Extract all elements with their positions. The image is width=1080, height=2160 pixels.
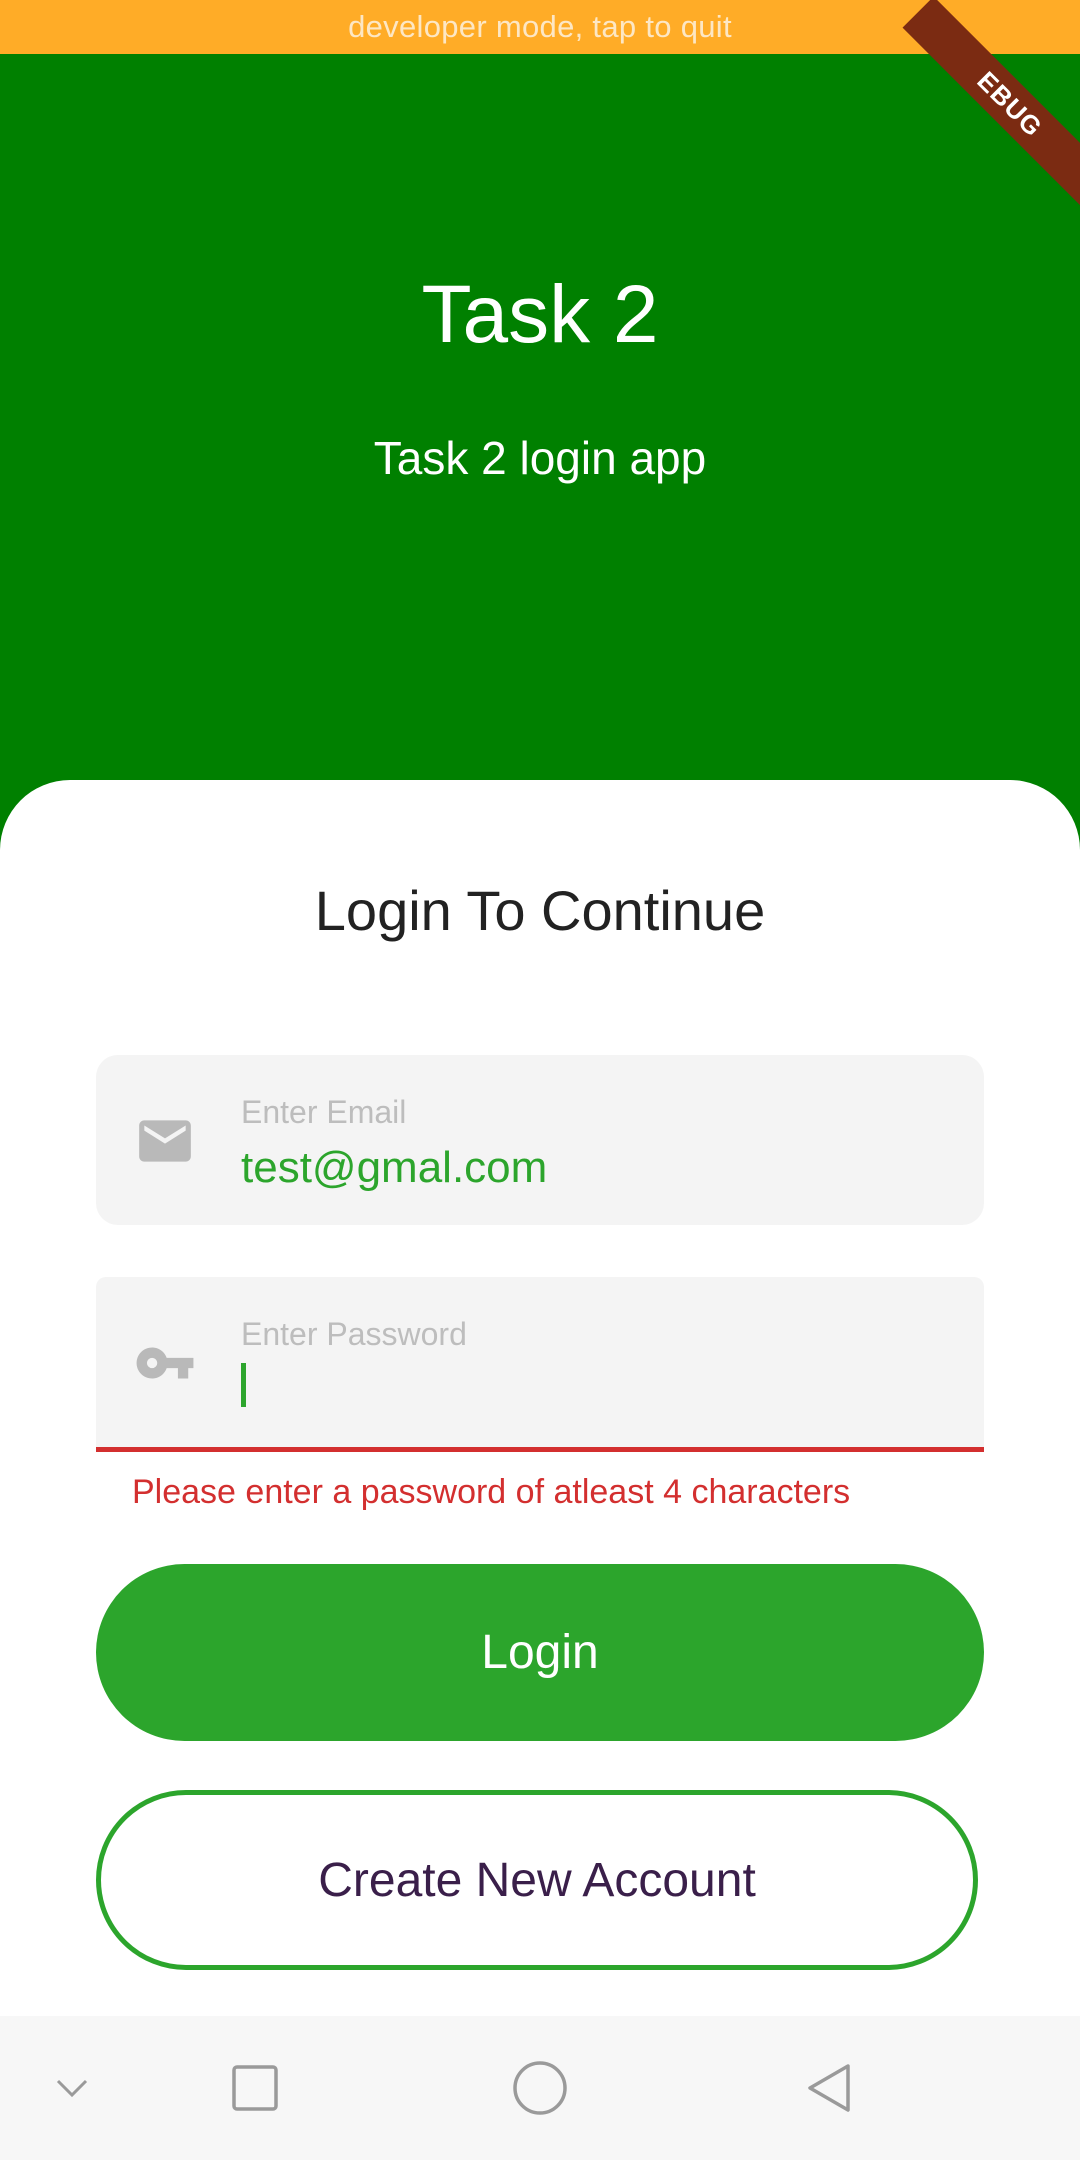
email-field[interactable]: Enter Email test@gmal.com	[96, 1055, 984, 1225]
recents-square-icon	[232, 2065, 278, 2111]
login-screen: developer mode, tap to quit EBUG Task 2 …	[0, 0, 1080, 2160]
create-account-button[interactable]: Create New Account	[96, 1790, 978, 1970]
email-field-value[interactable]: test@gmal.com	[241, 1140, 547, 1196]
key-icon	[136, 1347, 194, 1379]
app-title: Task 2	[421, 269, 659, 360]
back-triangle-icon	[808, 2064, 850, 2112]
login-card-title: Login To Continue	[314, 879, 766, 942]
password-field[interactable]: Enter Password	[96, 1277, 984, 1452]
home-circle-icon	[513, 2061, 567, 2115]
system-navigation-bar	[0, 2016, 1080, 2160]
chevron-down-icon	[56, 2079, 88, 2098]
email-field-label: Enter Email	[241, 1094, 407, 1130]
nav-collapse-button[interactable]	[32, 2016, 112, 2160]
login-button[interactable]: Login	[96, 1564, 984, 1741]
developer-mode-text: developer mode, tap to quit	[348, 9, 732, 44]
password-field-label: Enter Password	[241, 1316, 467, 1352]
app-subtitle: Task 2 login app	[373, 432, 707, 484]
nav-home-button[interactable]	[500, 2016, 580, 2160]
nav-back-button[interactable]	[790, 2016, 870, 2160]
mail-icon	[139, 1120, 191, 1162]
password-error-text: Please enter a password of atleast 4 cha…	[132, 1473, 851, 1511]
text-cursor	[241, 1363, 246, 1407]
nav-recents-button[interactable]	[215, 2016, 295, 2160]
